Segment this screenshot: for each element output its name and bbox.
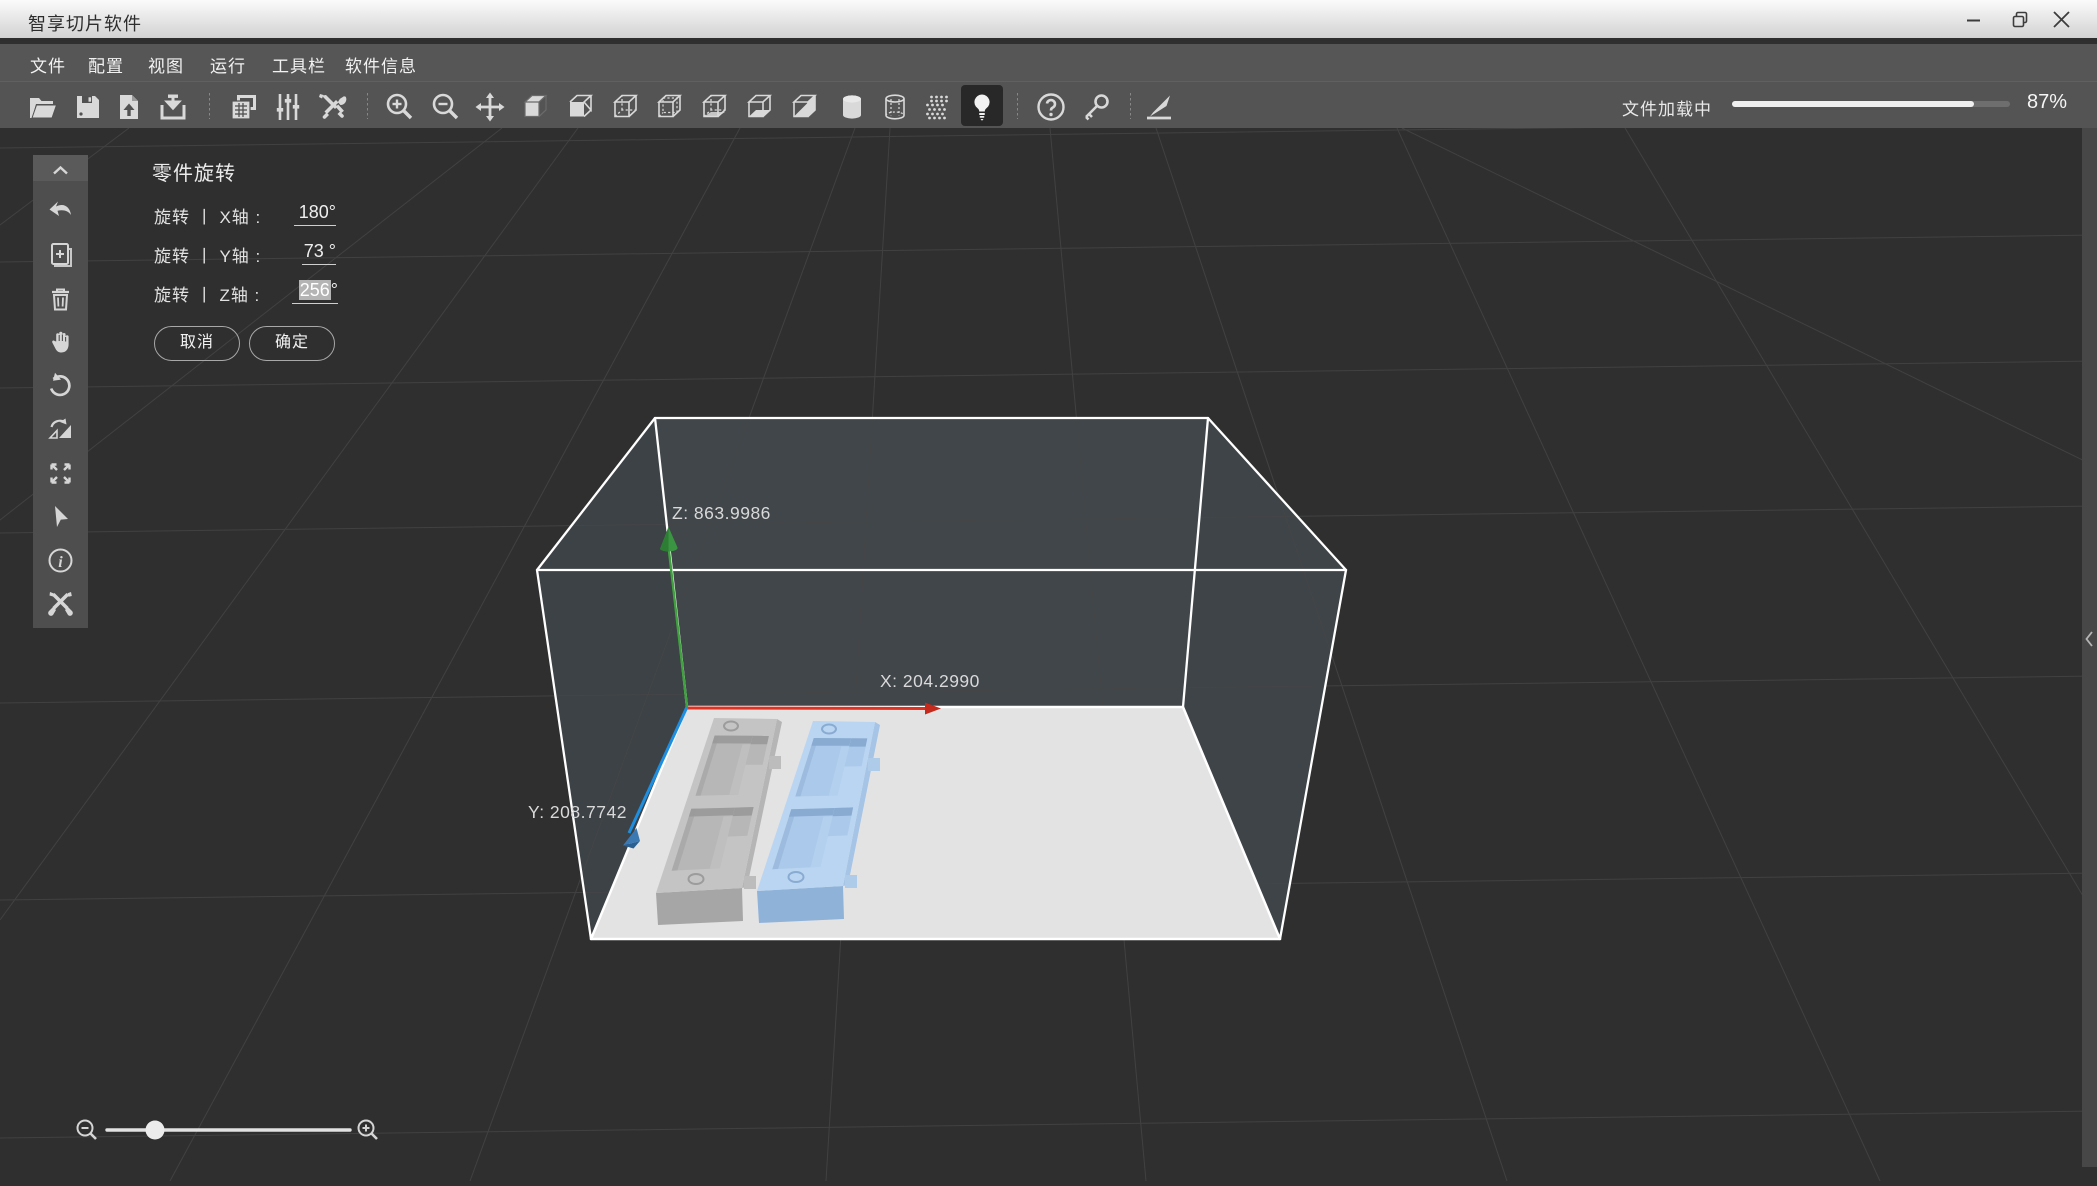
svg-text:X: 204.2990: X: 204.2990 xyxy=(880,671,980,691)
svg-text:Y: 208.7742: Y: 208.7742 xyxy=(528,802,627,822)
svg-text:Z: 863.9986: Z: 863.9986 xyxy=(672,503,771,523)
svg-text:i: i xyxy=(58,554,63,571)
